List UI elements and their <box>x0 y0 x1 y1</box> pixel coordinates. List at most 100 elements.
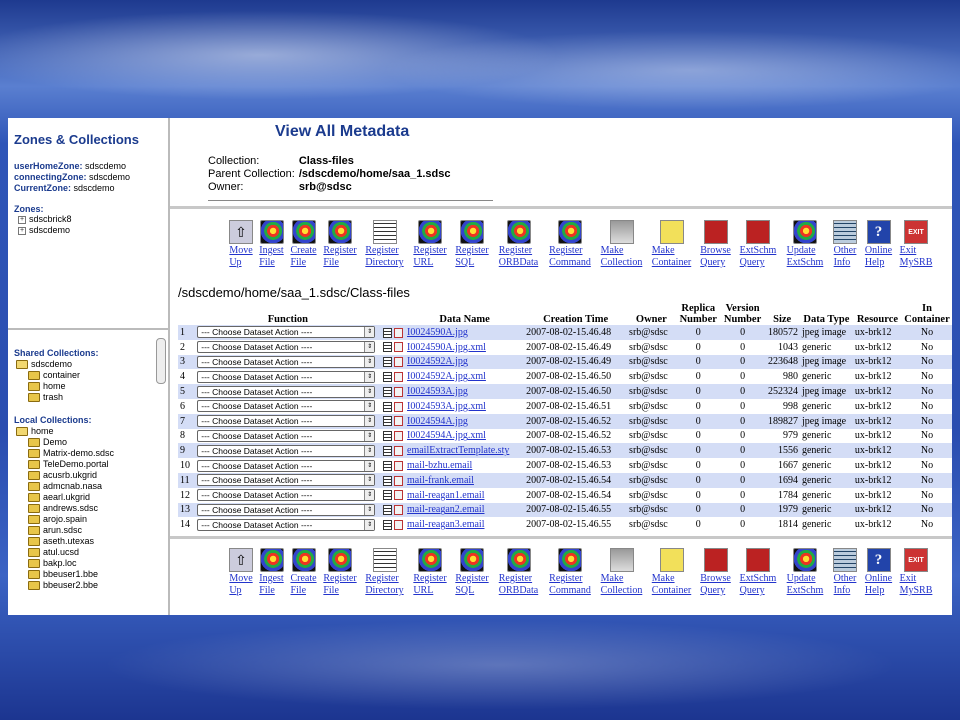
chevron-down-icon[interactable]: ⇕ <box>364 416 375 427</box>
chevron-down-icon[interactable]: ⇕ <box>364 519 375 530</box>
toolbar-button-label[interactable]: Ingest File <box>259 573 283 597</box>
toolbar-button[interactable]: Register Command <box>544 548 596 597</box>
toolbar-button[interactable]: Create File <box>287 548 320 597</box>
swirl-icon[interactable] <box>793 220 817 244</box>
metadata-icon[interactable] <box>382 445 392 456</box>
metadata-icon[interactable] <box>382 416 392 427</box>
chevron-down-icon[interactable]: ⇕ <box>364 386 375 397</box>
dataset-action-select[interactable]: --- Choose Dataset Action ---- ⇕ <box>197 518 376 531</box>
dataset-action-select[interactable]: --- Choose Dataset Action ---- ⇕ <box>197 400 376 413</box>
chevron-down-icon[interactable]: ⇕ <box>364 504 375 515</box>
data-name-link[interactable]: I0024590A.jpg.xml <box>407 342 486 353</box>
toolbar-button-label[interactable]: Register Command <box>549 573 591 597</box>
toolbar-button[interactable]: ⇧ Move Up <box>226 548 256 597</box>
toolbar-button[interactable]: EXIT Exit MySRB <box>896 548 936 597</box>
up-arrow-icon[interactable]: ⇧ <box>229 548 253 572</box>
toolbar-button-label[interactable]: Move Up <box>229 245 252 269</box>
data-name-link[interactable]: I0024590A.jpg <box>407 327 468 338</box>
toolbar-button-label[interactable]: Register Directory <box>365 245 403 269</box>
metadata-icon[interactable] <box>382 386 392 397</box>
collection-folder[interactable]: TeleDemo.portal <box>28 459 162 470</box>
collection-folder[interactable]: andrews.sdsc <box>28 503 162 514</box>
collection-folder[interactable]: home <box>28 381 162 392</box>
metadata-icon[interactable] <box>382 519 392 530</box>
dataset-action-select[interactable]: --- Choose Dataset Action ---- ⇕ <box>197 459 376 472</box>
toolbar-button-label[interactable]: Move Up <box>229 573 252 597</box>
toolbar-button[interactable]: Make Collection <box>596 220 647 269</box>
chevron-down-icon[interactable]: ⇕ <box>364 327 375 338</box>
toolbar-button[interactable]: Create File <box>287 220 320 269</box>
swirl-icon[interactable] <box>558 548 582 572</box>
toolbar-button[interactable]: Register URL <box>409 548 451 597</box>
chevron-down-icon[interactable]: ⇕ <box>364 445 375 456</box>
chevron-down-icon[interactable]: ⇕ <box>364 342 375 353</box>
data-name-link[interactable]: mail-reagan3.email <box>407 519 484 530</box>
toolbar-button[interactable]: Update ExtSchm <box>781 220 829 269</box>
toolbar-button-label[interactable]: Register File <box>323 245 356 269</box>
toolbar-button[interactable]: Other Info <box>829 220 861 269</box>
toolbar-button-label[interactable]: Other Info <box>834 245 857 269</box>
data-name-link[interactable]: mail-frank.email <box>407 475 474 486</box>
data-name-link[interactable]: emailExtractTemplate.sty <box>407 445 509 456</box>
chevron-down-icon[interactable]: ⇕ <box>364 401 375 412</box>
swirl-icon[interactable] <box>793 548 817 572</box>
collection-folder[interactable]: arun.sdsc <box>28 525 162 536</box>
expand-icon[interactable]: + <box>18 226 26 235</box>
toolbar-button-label[interactable]: Create File <box>290 573 316 597</box>
dataset-action-select[interactable]: --- Choose Dataset Action ---- ⇕ <box>197 355 376 368</box>
file-icon[interactable] <box>394 475 404 486</box>
toolbar-button-label[interactable]: Register Directory <box>365 573 403 597</box>
toolbar-button[interactable]: Browse Query <box>696 220 735 269</box>
file-icon[interactable] <box>394 519 404 530</box>
dataset-action-select[interactable]: --- Choose Dataset Action ---- ⇕ <box>197 326 376 339</box>
chevron-down-icon[interactable]: ⇕ <box>364 475 375 486</box>
toolbar-button-label[interactable]: Make Collection <box>601 245 643 269</box>
container-box-icon[interactable] <box>659 220 684 244</box>
toolbar-button-label[interactable]: Register ORBData <box>499 573 538 597</box>
toolbar-button-label[interactable]: Online Help <box>865 245 892 269</box>
toolbar-button[interactable]: Make Container <box>647 220 696 269</box>
toolbar-button-label[interactable]: Other Info <box>834 573 857 597</box>
notes-icon[interactable] <box>833 220 857 244</box>
toolbar-button-label[interactable]: Register File <box>323 573 356 597</box>
data-name-link[interactable]: mail-bzhu.email <box>407 460 472 471</box>
collection-folder[interactable]: container <box>28 370 162 381</box>
scrollbar[interactable] <box>156 338 166 384</box>
metadata-icon[interactable] <box>382 401 392 412</box>
data-name-link[interactable]: mail-reagan1.email <box>407 490 484 501</box>
swirl-icon[interactable] <box>328 548 352 572</box>
collection-folder[interactable]: atul.ucsd <box>28 547 162 558</box>
help-icon[interactable]: ? <box>866 548 891 572</box>
toolbar-button[interactable]: Register File <box>320 548 360 597</box>
toolbar-button-label[interactable]: Register SQL <box>455 573 488 597</box>
metadata-icon[interactable] <box>382 357 392 368</box>
file-icon[interactable] <box>394 342 404 353</box>
file-icon[interactable] <box>394 416 404 427</box>
toolbar-button[interactable]: Make Container <box>647 548 696 597</box>
computer-icon[interactable] <box>609 220 634 244</box>
metadata-icon[interactable] <box>382 490 392 501</box>
dataset-action-select[interactable]: --- Choose Dataset Action ---- ⇕ <box>197 503 376 516</box>
exit-icon[interactable]: EXIT <box>904 548 928 572</box>
swirl-icon[interactable] <box>418 548 442 572</box>
exit-icon[interactable]: EXIT <box>904 220 928 244</box>
collection-folder[interactable]: home <box>16 426 162 437</box>
collection-folder[interactable]: arojo.spain <box>28 514 162 525</box>
document-icon[interactable] <box>372 220 397 244</box>
file-icon[interactable] <box>394 445 404 456</box>
toolbar-button[interactable]: Register Command <box>544 220 596 269</box>
toolbar-button[interactable]: Browse Query <box>696 548 735 597</box>
toolbar-button-label[interactable]: Exit MySRB <box>900 573 933 597</box>
toolbar-button[interactable]: Other Info <box>829 548 861 597</box>
toolbar-button-label[interactable]: Ingest File <box>259 245 283 269</box>
dataset-action-select[interactable]: --- Choose Dataset Action ---- ⇕ <box>197 385 376 398</box>
collection-folder[interactable]: aearl.ukgrid <box>28 492 162 503</box>
toolbar-button[interactable]: ⇧ Move Up <box>226 220 256 269</box>
dataset-action-select[interactable]: --- Choose Dataset Action ---- ⇕ <box>197 444 376 457</box>
chevron-down-icon[interactable]: ⇕ <box>364 356 375 367</box>
collection-folder[interactable]: acusrb.ukgrid <box>28 470 162 481</box>
file-icon[interactable] <box>394 371 404 382</box>
metadata-icon[interactable] <box>382 475 392 486</box>
container-box-icon[interactable] <box>659 548 684 572</box>
help-icon[interactable]: ? <box>866 220 891 244</box>
